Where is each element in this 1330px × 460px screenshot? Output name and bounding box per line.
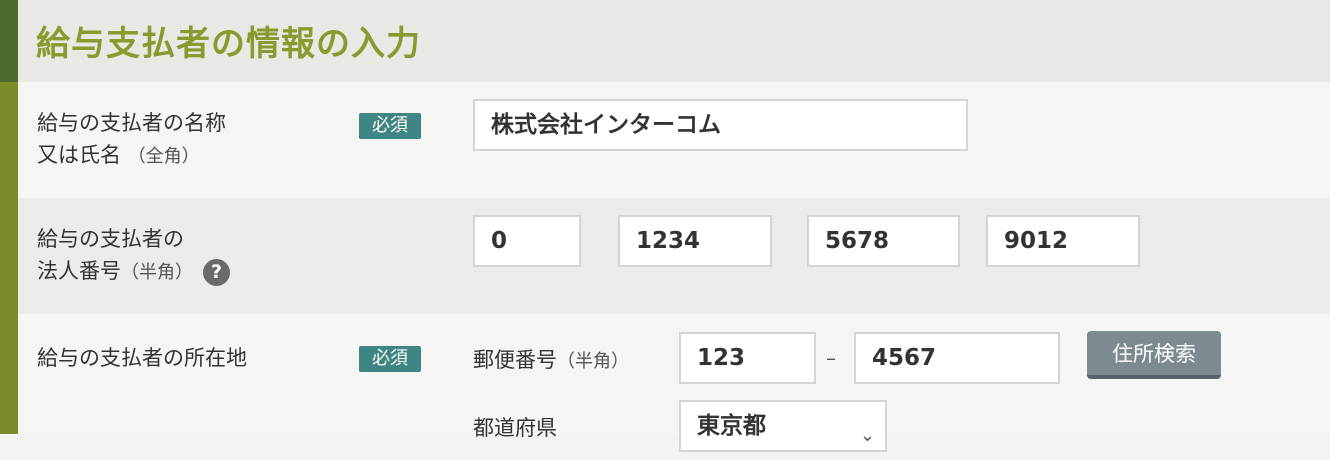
corp-number-input-1[interactable]: 0 (473, 215, 581, 267)
payer-name-label: 給与の支払者の名称 又は氏名 （全角） (37, 107, 226, 173)
payer-address-label: 給与の支払者の所在地 (37, 346, 247, 370)
payer-name-label-line2: 又は氏名 (37, 143, 121, 167)
payer-name-label-sub: （全角） (127, 146, 200, 167)
postal-code-label-text: 郵便番号 (473, 348, 557, 372)
corp-number-input-4[interactable]: 9012 (986, 215, 1140, 267)
postal-code-input-2[interactable]: 4567 (854, 332, 1060, 384)
required-badge: 必須 (359, 346, 421, 372)
corp-number-input-2[interactable]: 1234 (618, 215, 772, 267)
prefecture-select[interactable]: 東京都 ⌄ (679, 400, 887, 452)
corp-number-label-sub: （半角） (121, 262, 193, 283)
prefecture-select-value: 東京都 (697, 413, 766, 439)
payer-name-row: 給与の支払者の名称 又は氏名 （全角） 必須 株式会社インターコム (18, 82, 1330, 198)
corp-number-input-3[interactable]: 5678 (807, 215, 960, 267)
corp-number-row: 給与の支払者の 法人番号（半角）? 0 1234 5678 9012 (18, 198, 1330, 314)
postal-code-label-sub: （半角） (557, 351, 629, 372)
corp-number-label: 給与の支払者の 法人番号（半角）? (37, 223, 230, 289)
payer-name-input[interactable]: 株式会社インターコム (473, 99, 968, 151)
payer-name-label-line1: 給与の支払者の名称 (37, 111, 226, 135)
prefecture-label: 都道府県 (473, 416, 557, 440)
section-accent-bar (0, 82, 18, 434)
corp-number-label-line2: 法人番号 (37, 259, 121, 283)
section-accent-bar-top (0, 0, 18, 82)
address-search-button[interactable]: 住所検索 (1087, 331, 1221, 379)
corp-number-label-line1: 給与の支払者の (37, 227, 184, 251)
required-badge: 必須 (359, 113, 421, 139)
postal-code-label: 郵便番号（半角） (473, 344, 629, 374)
page: 給与支払者の情報の入力 給与の支払者の名称 又は氏名 （全角） 必須 株式会社イ… (0, 0, 1330, 452)
payer-address-row: 給与の支払者の所在地 必須 郵便番号（半角） 123 – 4567 住所検索 都… (18, 314, 1330, 452)
section-title: 給与支払者の情報の入力 (36, 24, 421, 64)
postal-code-dash: – (826, 346, 836, 370)
section-header: 給与支払者の情報の入力 (18, 0, 1330, 82)
question-circle-icon[interactable]: ? (203, 258, 230, 286)
chevron-down-icon: ⌄ (859, 425, 875, 446)
postal-code-input-1[interactable]: 123 (679, 332, 816, 384)
